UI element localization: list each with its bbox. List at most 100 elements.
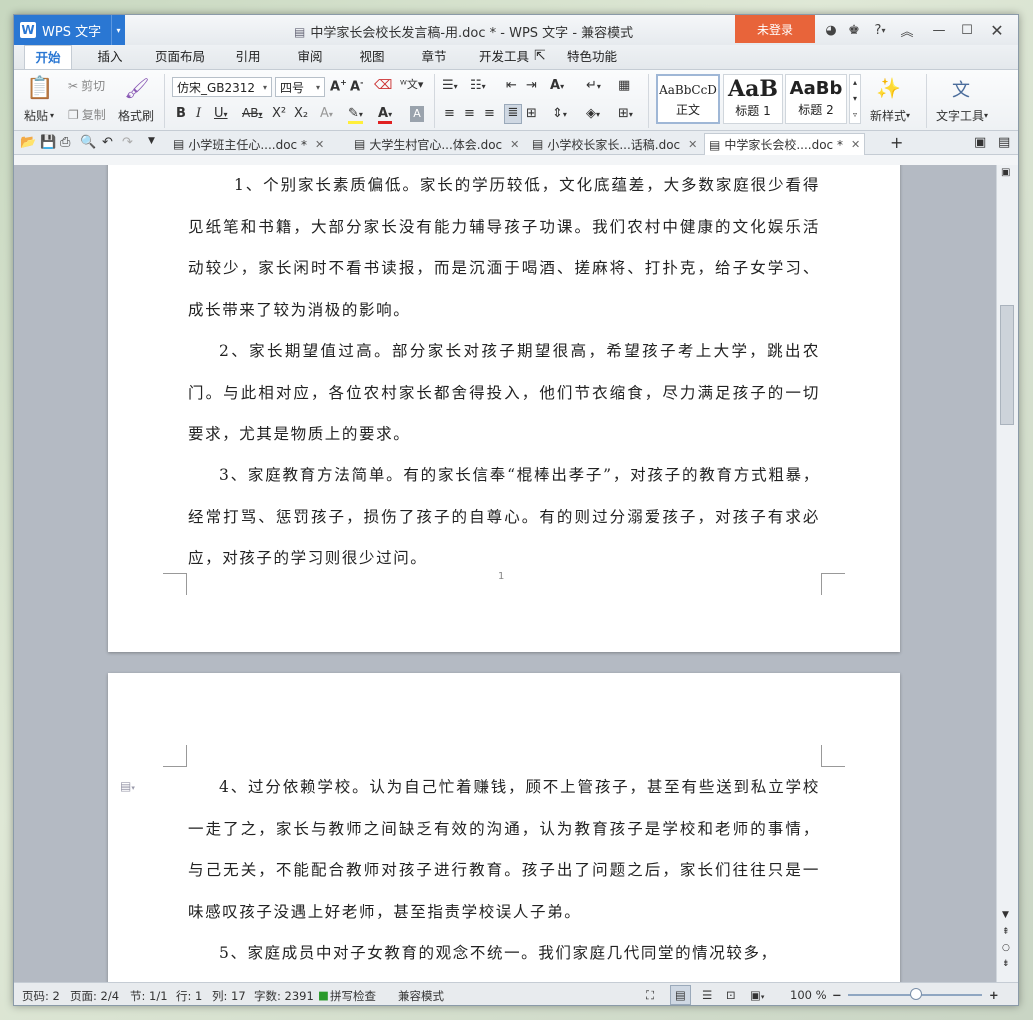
zoom-out-icon[interactable]: −	[832, 988, 842, 1002]
spell-check-button[interactable]: 拼写检查	[330, 988, 376, 1004]
line-spacing-icon[interactable]: ⇕▾	[552, 106, 567, 121]
full-screen-icon[interactable]: ⛶	[646, 988, 654, 1003]
undo-icon[interactable]: ↶	[102, 135, 113, 150]
reading-view-icon[interactable]: ▣▾	[750, 988, 764, 1002]
vertical-scrollbar[interactable]: ▣ ▼ ⇞ ○ ⇟	[996, 165, 1018, 982]
close-icon[interactable]: ✕	[688, 138, 697, 151]
style-heading-2[interactable]: AaBb 标题 2	[785, 74, 847, 124]
close-icon[interactable]: ✕	[851, 138, 860, 151]
format-painter-icon[interactable]: 🖌	[124, 76, 150, 100]
browse-object-icon[interactable]: ○	[1002, 943, 1010, 953]
tab-special-features[interactable]: 特色功能	[550, 45, 634, 69]
format-painter-button[interactable]: 格式刷	[118, 107, 154, 124]
font-name-select[interactable]: 仿宋_GB2312 ▾	[172, 77, 272, 97]
help-icon[interactable]: ? ▾	[866, 19, 894, 41]
doc-tab[interactable]: ▤ 小学班主任心....doc * ✕	[169, 133, 328, 155]
skin-icon[interactable]: ♚	[843, 19, 865, 41]
minimize-button[interactable]: —	[928, 19, 950, 41]
copy-button[interactable]: ❐ 复制	[68, 106, 106, 123]
shrink-font-icon[interactable]: A-	[350, 78, 363, 94]
styles-scroll-icon[interactable]: ▴ ▾ ▿	[849, 74, 861, 124]
tab-developer[interactable]: 开发工具	[474, 45, 534, 69]
print-preview-icon[interactable]: 🔍	[80, 135, 96, 150]
underline-icon[interactable]: U▾	[214, 106, 228, 121]
increase-indent-icon[interactable]: ⇥	[526, 78, 537, 93]
open-folder-icon[interactable]: 📂	[20, 135, 36, 150]
zoom-slider-handle[interactable]	[910, 988, 922, 1000]
character-shading-icon[interactable]: A	[410, 106, 424, 122]
tab-menu-icon[interactable]: ▤	[998, 135, 1010, 150]
table-icon[interactable]: ▦	[618, 78, 630, 93]
font-color-icon[interactable]: A▾	[378, 106, 393, 124]
scrollbar-thumb[interactable]	[1000, 305, 1014, 425]
chevron-down-icon[interactable]: ▾	[111, 15, 125, 45]
style-normal[interactable]: AaBbCcD 正文	[656, 74, 720, 124]
distribute-icon[interactable]: ⊞	[526, 106, 537, 121]
align-center-icon[interactable]: ≡	[464, 106, 475, 121]
text-effect-icon[interactable]: A▾	[320, 106, 333, 121]
text-tools-button[interactable]: 文字工具 ▾	[936, 107, 988, 124]
close-button[interactable]: ✕	[986, 19, 1008, 41]
justify-icon[interactable]: ≣	[504, 104, 522, 124]
maximize-button[interactable]: ☐	[956, 19, 978, 41]
paste-button[interactable]: 粘贴 ▾	[24, 107, 54, 124]
document-workspace[interactable]: 1、个别家长素质偏低。家长的学历较低，文化底蕴差，大多数家庭很少看得见纸笔和书籍…	[14, 165, 996, 982]
tab-page-layout[interactable]: 页面布局	[150, 45, 210, 69]
font-size-select[interactable]: 四号 ▾	[275, 77, 325, 97]
style-heading-1[interactable]: AaB 标题 1	[723, 74, 783, 124]
doc-tab[interactable]: ▤ 大学生村官心...体会.doc ✕	[350, 133, 523, 155]
close-icon[interactable]: ✕	[510, 138, 519, 151]
new-style-button[interactable]: 新样式 ▾	[870, 107, 910, 124]
zoom-in-icon[interactable]: +	[989, 988, 999, 1002]
new-tab-icon[interactable]: +	[890, 133, 903, 152]
close-icon[interactable]: ✕	[315, 138, 324, 151]
doc-tab-active[interactable]: ▤ 中学家长会校....doc * ✕	[704, 133, 866, 155]
scroll-top-icon[interactable]: ▣	[1001, 167, 1010, 178]
login-button[interactable]: 未登录	[735, 15, 815, 43]
outline-view-icon[interactable]: ☰	[702, 988, 712, 1002]
collapse-ribbon-icon[interactable]: ︽	[896, 19, 918, 41]
paragraph-layout-icon[interactable]: ▤▾	[120, 779, 135, 793]
superscript-icon[interactable]: X²	[272, 106, 286, 121]
tab-list-icon[interactable]: ▣	[974, 135, 986, 150]
tab-view[interactable]: 视图	[354, 45, 390, 69]
tab-home[interactable]: 开始	[24, 45, 72, 70]
italic-icon[interactable]: I	[196, 106, 201, 121]
decrease-indent-icon[interactable]: ⇤	[506, 78, 517, 93]
web-view-icon[interactable]: ⊡	[726, 988, 736, 1002]
doc-tab[interactable]: ▤ 小学校长家长...话稿.doc ✕	[528, 133, 701, 155]
tab-insert[interactable]: 插入	[92, 45, 128, 69]
align-right-icon[interactable]: ≡	[484, 106, 495, 121]
tab-references[interactable]: 引用	[230, 45, 266, 69]
tab-chapter[interactable]: 章节	[416, 45, 452, 69]
bold-icon[interactable]: B	[176, 106, 186, 121]
text-tools-icon[interactable]: 文	[952, 76, 970, 102]
paragraph-mark-icon[interactable]: ↵▾	[586, 78, 601, 93]
print-icon[interactable]: ⎙	[60, 135, 70, 150]
shading-icon[interactable]: ◈▾	[586, 106, 600, 121]
subscript-icon[interactable]: X₂	[294, 106, 308, 121]
feedback-icon[interactable]: ◕	[820, 19, 842, 41]
redo-icon[interactable]: ↷	[122, 135, 133, 150]
paste-icon[interactable]: 📋	[26, 76, 54, 101]
strikethrough-icon[interactable]: AB▾	[242, 106, 262, 120]
save-icon[interactable]: 💾	[40, 135, 56, 150]
grow-font-icon[interactable]: A+	[330, 78, 347, 94]
quick-access-menu-icon[interactable]: ▼	[148, 136, 155, 146]
numbered-list-icon[interactable]: ☷▾	[470, 78, 486, 93]
page-view-icon[interactable]: ▤	[670, 985, 691, 1005]
scroll-down-icon[interactable]: ▼	[1002, 910, 1009, 920]
border-icon[interactable]: ⊞▾	[618, 106, 633, 121]
next-page-icon[interactable]: ⇟	[1002, 959, 1010, 969]
highlight-icon[interactable]: ✎▾	[348, 106, 363, 124]
zoom-level[interactable]: 100 %	[790, 988, 827, 1002]
bullet-list-icon[interactable]: ☰▾	[442, 78, 458, 93]
phonetic-guide-icon[interactable]: ᵂ文▾	[400, 76, 423, 92]
clear-format-icon[interactable]: ⌫	[374, 78, 392, 93]
cut-button[interactable]: ✂ 剪切	[68, 77, 105, 94]
tab-review[interactable]: 审阅	[292, 45, 328, 69]
app-menu-button[interactable]: W WPS 文字 ▾	[14, 15, 125, 45]
status-word-count[interactable]: 字数: 2391	[254, 988, 314, 1004]
align-left-icon[interactable]: ≡	[444, 106, 455, 121]
new-style-icon[interactable]: ✨	[876, 76, 901, 100]
